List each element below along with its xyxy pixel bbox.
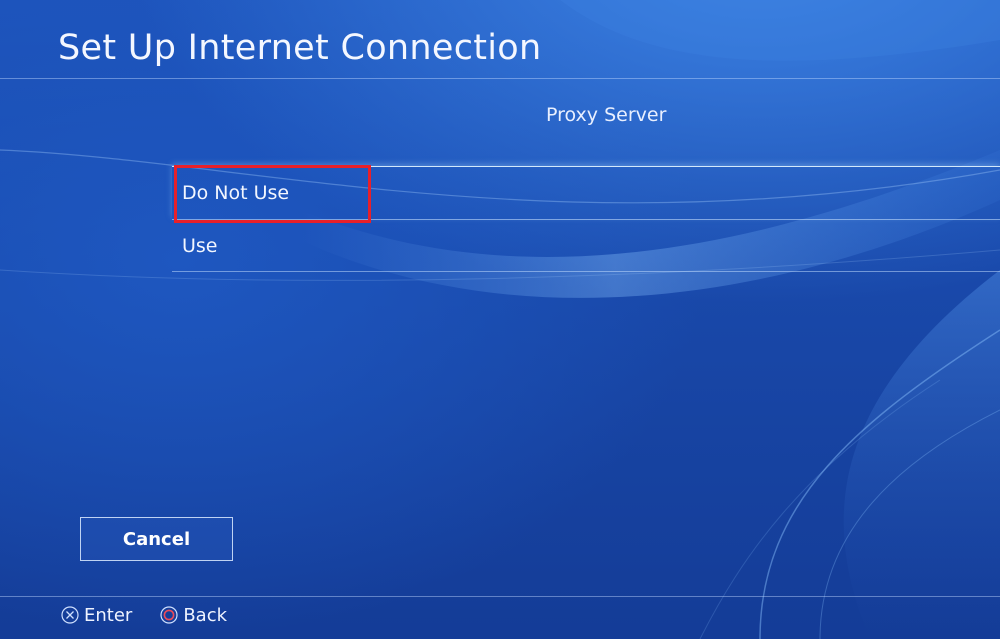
enter-hint: Enter <box>61 605 132 626</box>
button-hints: Enter Back <box>61 603 255 627</box>
option-do-not-use[interactable]: Do Not Use <box>172 166 1000 219</box>
proxy-options-list: Do Not Use Use <box>172 166 1000 272</box>
enter-label: Enter <box>84 604 133 626</box>
back-hint: Back <box>160 605 227 626</box>
cancel-button[interactable]: Cancel <box>80 517 233 561</box>
section-label: Proxy Server <box>546 104 667 126</box>
back-label: Back <box>183 604 228 626</box>
option-label: Use <box>182 235 218 257</box>
screen: Set Up Internet Connection Proxy Server … <box>0 0 1000 639</box>
option-label: Do Not Use <box>182 182 290 204</box>
page-title: Set Up Internet Connection <box>58 28 542 68</box>
cross-button-icon <box>61 606 79 624</box>
option-use[interactable]: Use <box>172 219 1000 272</box>
circle-button-icon <box>160 606 178 624</box>
footer-divider <box>0 596 1000 597</box>
header-divider <box>0 78 1000 79</box>
